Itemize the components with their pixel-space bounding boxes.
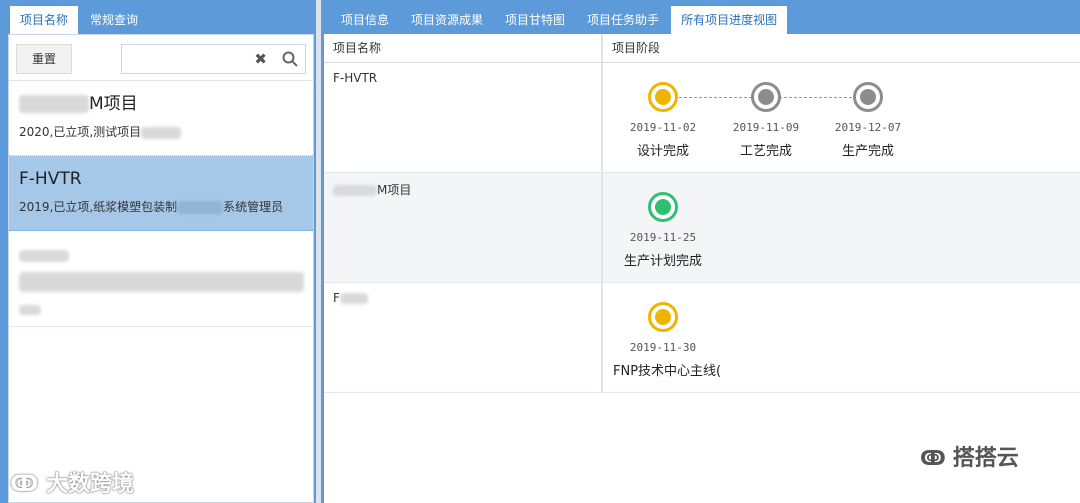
milestone[interactable]: 2019-12-07 生产完成 xyxy=(818,82,918,159)
project-subtitle xyxy=(19,271,304,292)
milestone-label: 设计完成 xyxy=(636,144,689,159)
milestone-dot-icon xyxy=(648,302,678,332)
right-tab-bar: 项目信息 项目资源成果 项目甘特图 项目任务助手 所有项目进度视图 xyxy=(321,0,1080,34)
list-item-selected[interactable]: F-HVTR 2019,已立项,纸浆模塑包装制 系统管理员 xyxy=(9,156,313,231)
progress-grid: 项目名称 项目阶段 F-HVTR 2019-11-02 设计完成 2019-11… xyxy=(324,34,1080,503)
milestone[interactable]: 2019-11-30 FNP技术中心主线( xyxy=(613,302,722,379)
milestone-dot-icon xyxy=(648,192,678,222)
list-item[interactable] xyxy=(9,231,313,327)
milestone-date: 2019-12-07 xyxy=(834,121,902,134)
watermark-left: ↂ 大数跨境 xyxy=(10,472,135,497)
milestone-label: FNP技术中心主线( xyxy=(613,364,722,379)
project-subtitle: 2019,已立项,纸浆模塑包装制 系统管理员 xyxy=(19,200,284,214)
search-icon[interactable] xyxy=(282,51,298,71)
wechat-icon: ↂ xyxy=(920,446,953,470)
left-tab-bar: 项目名称 常规查询 xyxy=(0,0,316,34)
milestone-label: 生产计划完成 xyxy=(623,254,702,269)
grid-header: 项目名称 项目阶段 xyxy=(324,34,1080,63)
stage-cell: 2019-11-30 FNP技术中心主线( xyxy=(603,283,1080,392)
watermark-right: ↂ 搭搭云 xyxy=(920,446,1019,471)
row-name: F xyxy=(324,283,603,392)
tab-task-assistant[interactable]: 项目任务助手 xyxy=(577,6,669,34)
redacted-text xyxy=(19,249,69,262)
list-item[interactable]: M项目 2020,已立项,测试项目 xyxy=(9,81,313,156)
redacted-text xyxy=(141,126,182,139)
redacted-text xyxy=(177,201,224,214)
row-name: F-HVTR xyxy=(324,63,603,172)
stage-cell: 2019-11-25 生产计划完成 xyxy=(603,173,1080,282)
column-header-stage: 项目阶段 xyxy=(612,41,661,55)
table-row[interactable]: M项目 2019-11-25 生产计划完成 xyxy=(324,173,1080,283)
project-title: M项目 xyxy=(19,91,303,117)
search-toolbar: 重置 ✖ xyxy=(9,35,313,81)
tab-project-name[interactable]: 项目名称 xyxy=(10,6,79,34)
milestone-date: 2019-11-25 xyxy=(629,231,697,244)
project-list-body: 重置 ✖ M项目 2020,已立项,测试项目 F-HVTR 2019,已立项,纸… xyxy=(8,34,314,503)
search-box: ✖ xyxy=(121,44,306,74)
tab-progress-view[interactable]: 所有项目进度视图 xyxy=(671,6,788,34)
redacted-text xyxy=(19,271,304,292)
milestone[interactable]: 2019-11-09 工艺完成 xyxy=(716,82,816,159)
table-row[interactable]: F 2019-11-30 FNP技术中心主线( xyxy=(324,283,1080,393)
milestone-dot-icon xyxy=(648,82,678,112)
redacted-text xyxy=(333,185,377,196)
milestone-label: 工艺完成 xyxy=(739,144,792,159)
clear-icon[interactable]: ✖ xyxy=(254,50,267,68)
project-detail-panel: 项目信息 项目资源成果 项目甘特图 项目任务助手 所有项目进度视图 项目名称 项… xyxy=(321,0,1080,503)
project-title: F-HVTR xyxy=(19,169,82,189)
project-title xyxy=(19,241,303,267)
chat-bubble-icon: ↂ xyxy=(10,472,47,497)
milestone-dot-icon xyxy=(853,82,883,112)
column-header-name: 项目名称 xyxy=(324,34,603,62)
tab-project-gantt[interactable]: 项目甘特图 xyxy=(495,6,575,34)
milestone-dot-icon xyxy=(751,82,781,112)
reset-button[interactable]: 重置 xyxy=(16,44,72,74)
table-row[interactable]: F-HVTR 2019-11-02 设计完成 2019-11-09 工艺完成 2… xyxy=(324,63,1080,173)
row-name: M项目 xyxy=(324,173,603,282)
milestone-date: 2019-11-09 xyxy=(732,121,800,134)
milestone[interactable]: 2019-11-02 设计完成 xyxy=(613,82,713,159)
milestone-date: 2019-11-02 xyxy=(629,121,697,134)
milestone-date: 2019-11-30 xyxy=(629,341,697,354)
milestone-label: 生产完成 xyxy=(841,144,894,159)
redacted-text xyxy=(19,305,41,315)
stage-cell: 2019-11-02 设计完成 2019-11-09 工艺完成 2019-12-… xyxy=(603,63,1080,172)
redacted-text xyxy=(339,293,368,304)
search-input[interactable] xyxy=(122,45,242,73)
tab-project-info[interactable]: 项目信息 xyxy=(331,6,399,34)
project-extra xyxy=(19,300,303,319)
redacted-text xyxy=(19,95,89,113)
project-subtitle: 2020,已立项,测试项目 xyxy=(19,123,303,140)
tab-regular-query[interactable]: 常规查询 xyxy=(80,6,148,34)
tab-project-resources[interactable]: 项目资源成果 xyxy=(401,6,493,34)
project-list-panel: 项目名称 常规查询 重置 ✖ M项目 2020,已立项,测试项目 F-HVTR xyxy=(0,0,316,503)
milestone[interactable]: 2019-11-25 生产计划完成 xyxy=(613,192,713,269)
